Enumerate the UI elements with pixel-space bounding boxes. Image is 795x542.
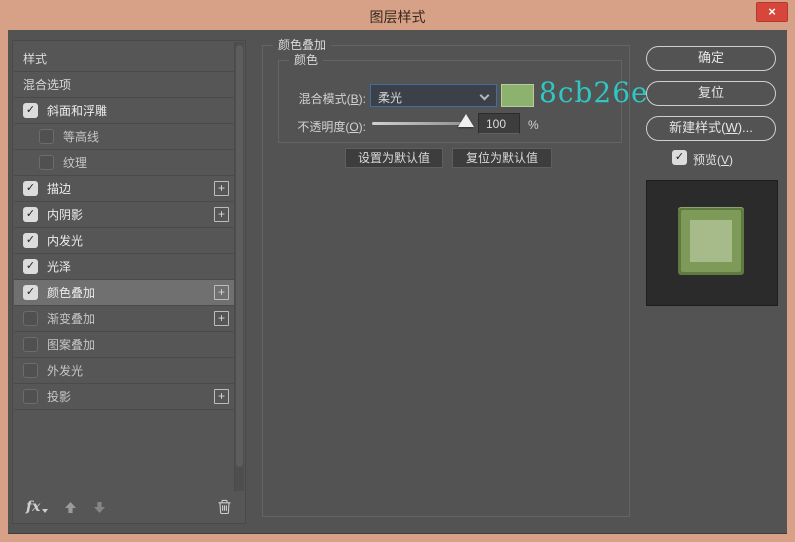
gradient-overlay-checkbox[interactable] — [23, 311, 38, 326]
drop-shadow-checkbox[interactable] — [23, 389, 38, 404]
trash-icon — [217, 499, 232, 515]
sidebar-item-color-overlay[interactable]: ✓ 颜色叠加 + — [14, 280, 235, 306]
sidebar-item-inner-glow[interactable]: ✓ 内发光 — [14, 228, 235, 254]
color-overlay-checkbox[interactable]: ✓ — [23, 285, 38, 300]
preview-shape-outer — [678, 207, 744, 275]
set-default-button[interactable]: 设置为默认值 — [345, 148, 443, 168]
outer-glow-checkbox[interactable] — [23, 363, 38, 378]
add-instance-button[interactable]: + — [214, 311, 229, 326]
move-down-button[interactable] — [93, 501, 106, 514]
sidebar-item-label: 内阴影 — [47, 206, 83, 223]
dialog-title: 图层样式 — [0, 7, 795, 27]
opacity-input[interactable] — [478, 113, 520, 134]
inner-glow-checkbox[interactable]: ✓ — [23, 233, 38, 248]
opacity-label: 不透明度(O): — [278, 118, 366, 135]
group-title: 颜色叠加 — [273, 38, 331, 52]
contour-checkbox[interactable] — [39, 129, 54, 144]
sidebar-item-drop-shadow[interactable]: 投影 + — [14, 384, 235, 410]
sidebar-item-label: 外发光 — [47, 362, 83, 379]
sidebar-item-label: 颜色叠加 — [47, 284, 95, 301]
new-style-button[interactable]: 新建样式(W)... — [646, 116, 776, 141]
titlebar[interactable]: 图层样式 × — [0, 0, 795, 30]
sidebar-item-label: 等高线 — [63, 128, 99, 145]
sidebar-item-label: 混合选项 — [23, 76, 71, 93]
sidebar-item-contour[interactable]: 等高线 — [14, 124, 235, 150]
sidebar-item-bevel-emboss[interactable]: ✓ 斜面和浮雕 — [14, 98, 235, 124]
blend-mode-label: 混合模式(B): — [278, 90, 366, 107]
stroke-checkbox[interactable]: ✓ — [23, 181, 38, 196]
blend-mode-value: 柔光 — [378, 89, 402, 106]
delete-style-button[interactable] — [217, 499, 232, 515]
preview-checkbox[interactable]: ✓ — [672, 150, 687, 165]
sidebar-item-label: 内发光 — [47, 232, 83, 249]
sidebar-item-inner-shadow[interactable]: ✓ 内阴影 + — [14, 202, 235, 228]
color-hex-annotation: 8cb26e — [539, 76, 649, 109]
close-icon: × — [768, 4, 776, 19]
reset-button[interactable]: 复位 — [646, 81, 776, 106]
sidebar-item-label: 投影 — [47, 388, 71, 405]
bevel-emboss-checkbox[interactable]: ✓ — [23, 103, 38, 118]
sidebar-footer: fx — [14, 492, 244, 522]
close-button[interactable]: × — [756, 2, 788, 22]
sidebar-item-texture[interactable]: 纹理 — [14, 150, 235, 176]
fx-icon: fx — [26, 499, 40, 515]
preview-shape-inner — [690, 220, 732, 262]
sidebar-item-outer-glow[interactable]: 外发光 — [14, 358, 235, 384]
subgroup-title: 颜色 — [289, 53, 323, 67]
sidebar-item-label: 纹理 — [63, 154, 87, 171]
sidebar-item-label: 描边 — [47, 180, 71, 197]
sidebar-item-label: 斜面和浮雕 — [47, 102, 107, 119]
layer-style-dialog: 图层样式 × 样式 混合选项 ✓ 斜面和浮雕 等高线 — [0, 0, 795, 542]
move-up-button[interactable] — [64, 501, 77, 514]
sidebar-item-label: 光泽 — [47, 258, 71, 275]
inner-shadow-checkbox[interactable]: ✓ — [23, 207, 38, 222]
sidebar-item-stroke[interactable]: ✓ 描边 + — [14, 176, 235, 202]
fx-menu-button[interactable]: fx — [26, 499, 48, 515]
sidebar-item-blending-options[interactable]: 混合选项 — [14, 72, 235, 98]
style-list: 样式 混合选项 ✓ 斜面和浮雕 等高线 纹理 ✓ — [14, 46, 235, 410]
caret-down-icon — [42, 509, 48, 513]
sidebar-item-label: 样式 — [23, 50, 47, 67]
add-instance-button[interactable]: + — [214, 285, 229, 300]
sidebar-scrollbar[interactable] — [234, 42, 244, 491]
scrollbar-thumb[interactable] — [236, 45, 243, 467]
opacity-unit: % — [528, 118, 539, 132]
arrow-down-icon — [93, 501, 106, 514]
opacity-slider-thumb[interactable] — [458, 114, 474, 127]
sidebar-item-label: 渐变叠加 — [47, 310, 95, 327]
blend-color-swatch[interactable] — [501, 84, 534, 107]
styles-sidebar: 样式 混合选项 ✓ 斜面和浮雕 等高线 纹理 ✓ — [12, 40, 246, 524]
sidebar-item-label: 图案叠加 — [47, 336, 95, 353]
add-instance-button[interactable]: + — [214, 389, 229, 404]
dialog-content: 样式 混合选项 ✓ 斜面和浮雕 等高线 纹理 ✓ — [8, 30, 787, 534]
reset-default-button[interactable]: 复位为默认值 — [452, 148, 552, 168]
opacity-slider[interactable] — [372, 122, 470, 125]
sidebar-item-styles[interactable]: 样式 — [14, 46, 235, 72]
satin-checkbox[interactable]: ✓ — [23, 259, 38, 274]
arrow-up-icon — [64, 501, 77, 514]
sidebar-item-pattern-overlay[interactable]: 图案叠加 — [14, 332, 235, 358]
preview-shape-mid — [681, 210, 741, 272]
texture-checkbox[interactable] — [39, 155, 54, 170]
blend-mode-select[interactable]: 柔光 — [370, 84, 497, 107]
add-instance-button[interactable]: + — [214, 207, 229, 222]
sidebar-item-gradient-overlay[interactable]: 渐变叠加 + — [14, 306, 235, 332]
preview-label: 预览(V) — [693, 151, 733, 168]
sidebar-item-satin[interactable]: ✓ 光泽 — [14, 254, 235, 280]
chevron-down-icon — [480, 91, 490, 101]
style-preview-thumbnail — [646, 180, 778, 306]
add-instance-button[interactable]: + — [214, 181, 229, 196]
ok-button[interactable]: 确定 — [646, 46, 776, 71]
pattern-overlay-checkbox[interactable] — [23, 337, 38, 352]
